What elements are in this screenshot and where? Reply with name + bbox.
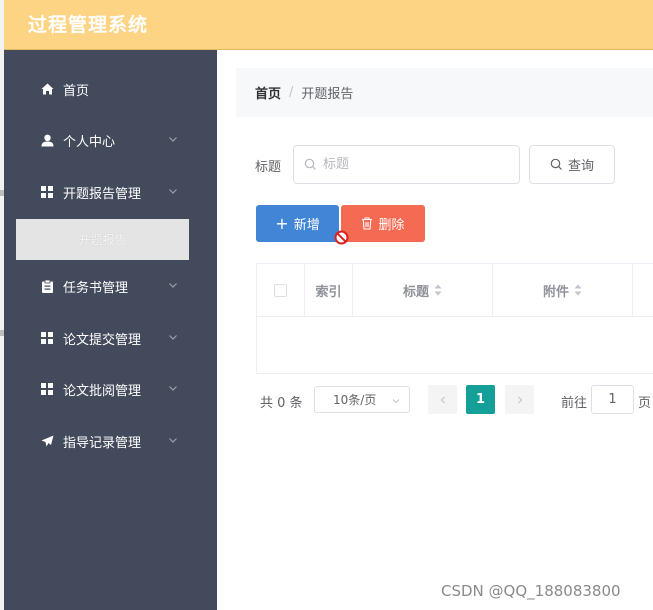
chevron-down-icon	[169, 386, 177, 391]
add-button[interactable]: + 新增	[256, 205, 339, 242]
trash-icon	[362, 217, 373, 230]
sidebar-item-proposal-management[interactable]: 开题报告管理	[4, 172, 217, 212]
chevron-left-icon	[440, 396, 445, 403]
delete-button[interactable]: 删除	[341, 205, 425, 242]
app-root: 过程管理系统 首页 个人中心 开题报告管理 开题报告 任务书管理 论文提交管理 …	[0, 0, 653, 610]
sidebar-subitem-proposal[interactable]: 开题报告	[16, 219, 189, 260]
search-icon	[304, 158, 316, 170]
plus-icon: +	[275, 213, 289, 233]
breadcrumb-separator: /	[289, 85, 294, 100]
grid-icon	[40, 185, 54, 199]
sidebar: 首页 个人中心 开题报告管理 开题报告 任务书管理 论文提交管理 论文批阅管理 …	[4, 50, 217, 610]
sidebar-item-home[interactable]: 首页	[4, 69, 217, 109]
breadcrumb: 首页 / 开题报告	[236, 68, 653, 117]
search-field[interactable]	[293, 145, 520, 184]
send-icon	[40, 434, 54, 448]
breadcrumb-current: 开题报告	[301, 87, 354, 102]
search-label: 标题	[255, 160, 282, 175]
page-size-select[interactable]: 10条/页	[314, 386, 410, 413]
search-input[interactable]	[323, 157, 503, 172]
sort-icon[interactable]	[434, 284, 442, 296]
sidebar-item-label: 论文批阅管理	[63, 383, 142, 399]
chevron-down-icon	[392, 399, 400, 404]
column-header-attachment[interactable]: 附件	[493, 264, 633, 316]
chevron-down-icon	[169, 335, 177, 340]
breadcrumb-home[interactable]: 首页	[255, 83, 281, 102]
sidebar-subitem-label: 开题报告	[78, 233, 127, 247]
home-icon	[40, 82, 54, 96]
goto-suffix: 页	[638, 396, 652, 411]
add-button-label: 新增	[293, 218, 320, 233]
not-allowed-cursor-icon	[334, 230, 349, 245]
table-header: 索引 标题 附件	[257, 264, 653, 317]
chevron-right-icon	[517, 396, 522, 403]
select-all-cell	[257, 264, 305, 316]
sidebar-item-task-management[interactable]: 任务书管理	[4, 266, 217, 306]
query-button[interactable]: 查询	[529, 145, 615, 184]
app-title: 过程管理系统	[28, 14, 149, 36]
query-button-label: 查询	[567, 159, 594, 174]
sidebar-item-thesis-submission[interactable]: 论文提交管理	[4, 318, 217, 358]
clipboard-icon	[40, 279, 54, 293]
column-header-label: 附件	[542, 284, 569, 300]
sidebar-item-label: 开题报告管理	[63, 186, 142, 202]
sidebar-item-personal-center[interactable]: 个人中心	[4, 120, 217, 160]
data-table: 索引 标题 附件	[256, 263, 653, 374]
user-icon	[40, 133, 54, 147]
top-header: 过程管理系统	[4, 0, 653, 50]
grid-icon	[40, 331, 54, 345]
column-header-label: 索引	[315, 284, 342, 300]
sidebar-item-label: 首页	[63, 83, 90, 99]
sort-icon[interactable]	[574, 284, 582, 296]
column-header-title[interactable]: 标题	[353, 264, 493, 316]
watermark: CSDN @QQ_188083800	[441, 582, 621, 600]
chevron-down-icon	[169, 438, 177, 443]
chevron-down-icon	[169, 189, 177, 194]
sidebar-item-label: 任务书管理	[63, 280, 129, 296]
sidebar-item-guidance-records[interactable]: 指导记录管理	[4, 421, 217, 461]
goto-page-input[interactable]: 1	[591, 385, 634, 414]
sidebar-item-label: 指导记录管理	[63, 435, 142, 451]
next-page-button[interactable]	[505, 385, 534, 414]
chevron-down-icon	[169, 283, 177, 288]
goto-label: 前往	[561, 396, 588, 411]
page-number-1[interactable]: 1	[466, 385, 495, 414]
pagination-total: 共 0 条	[260, 396, 303, 411]
sidebar-item-thesis-review[interactable]: 论文批阅管理	[4, 369, 217, 409]
grid-icon	[40, 382, 54, 396]
column-header-label: 标题	[402, 284, 429, 300]
prev-page-button[interactable]	[428, 385, 457, 414]
page-size-value: 10条/页	[333, 393, 377, 407]
delete-button-label: 删除	[378, 218, 405, 233]
sidebar-item-label: 个人中心	[63, 134, 116, 150]
sidebar-item-label: 论文提交管理	[63, 332, 142, 348]
column-header-index: 索引	[305, 264, 353, 316]
chevron-down-icon	[169, 137, 177, 142]
select-all-checkbox[interactable]	[274, 283, 287, 297]
search-icon	[550, 158, 562, 170]
